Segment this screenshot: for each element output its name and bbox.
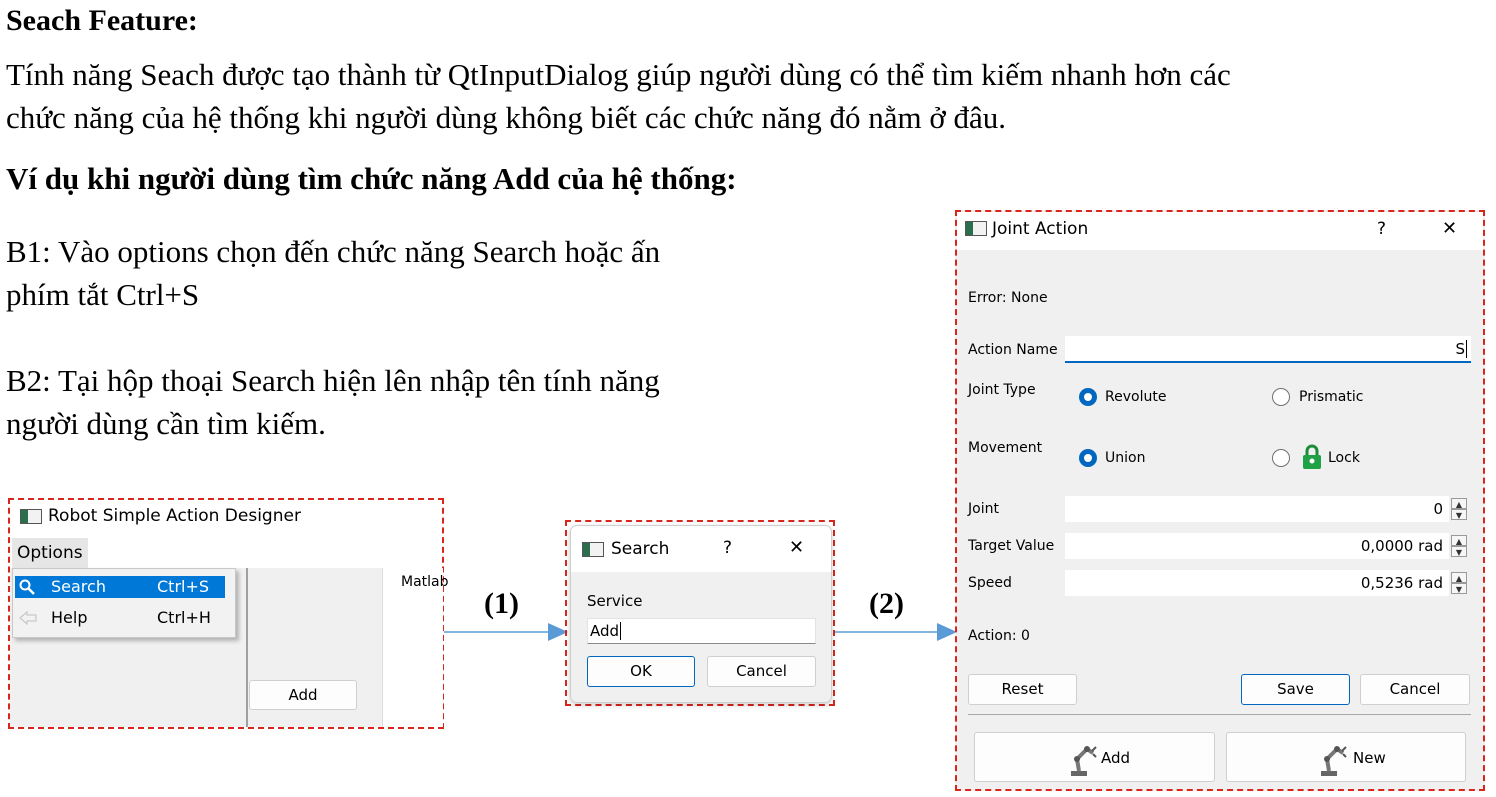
- arrow1-icon: [444, 623, 568, 641]
- step1-paragraph: B1: Vào options chọn đến chức năng Searc…: [6, 230, 806, 316]
- tab-matlab[interactable]: Matlab: [401, 574, 449, 590]
- matlab-panel: Matlab: [382, 568, 449, 727]
- step2-line: người dùng cần tìm kiếm.: [6, 406, 326, 441]
- radio-lock[interactable]: [1272, 449, 1290, 467]
- robot-arm-icon: [1071, 746, 1097, 776]
- ok-button[interactable]: OK: [587, 656, 695, 687]
- intro-line: Tính năng Seach được tạo thành từ QtInpu…: [6, 57, 1231, 92]
- main-window-frame: Robot Simple Action Designer Options Mat…: [8, 498, 449, 729]
- arrow2-icon: [835, 623, 957, 641]
- joint-dialog-title: Joint Action: [992, 219, 1089, 239]
- speed-value: 0,5236 rad: [1360, 574, 1443, 592]
- search-dialog: Search ? ✕ Service Add OK Cancel: [570, 525, 832, 703]
- search-titlebar: Search ? ✕: [571, 526, 831, 572]
- step2-line: B2: Tại hộp thoại Search hiện lên nhập t…: [6, 363, 660, 398]
- joint-value: 0: [1433, 500, 1443, 518]
- target-value-label: Target Value: [968, 538, 1055, 554]
- joint-add-label: Add: [1101, 749, 1131, 767]
- menu-item-label: Search: [51, 577, 106, 596]
- arrow1-label: (1): [484, 587, 519, 620]
- menu-item-label: Help: [51, 608, 88, 627]
- main-window-title: Robot Simple Action Designer: [48, 506, 301, 526]
- cancel-button[interactable]: Cancel: [707, 656, 816, 687]
- save-button[interactable]: Save: [1241, 674, 1350, 705]
- menu-options[interactable]: Options: [12, 538, 88, 568]
- radio-lock-label: Lock: [1328, 450, 1360, 466]
- service-label: Service: [587, 592, 643, 610]
- intro-line: chức năng của hệ thống khi người dùng kh…: [6, 100, 1007, 135]
- search-dialog-frame: Search ? ✕ Service Add OK Cancel: [565, 520, 835, 706]
- joint-dialog-frame: Joint Action ? ✕ Error: None Action Name…: [955, 210, 1485, 791]
- example-heading: Ví dụ khi người dùng tìm chức năng Add c…: [6, 161, 737, 196]
- menu-item-shortcut: Ctrl+H: [157, 608, 211, 627]
- joint-type-label: Joint Type: [968, 382, 1036, 398]
- spin-down-icon[interactable]: ▼: [1451, 546, 1467, 557]
- service-input[interactable]: Add: [587, 618, 816, 644]
- splitter[interactable]: [246, 568, 248, 727]
- menu-item-help[interactable]: Help Ctrl+H: [15, 607, 225, 629]
- app-window-icon: [20, 509, 42, 524]
- text-cursor: [1466, 340, 1467, 358]
- intro-paragraph: Tính năng Seach được tạo thành từ QtInpu…: [6, 53, 1486, 139]
- spin-down-icon[interactable]: ▼: [1451, 509, 1467, 520]
- radio-revolute[interactable]: [1079, 388, 1097, 406]
- options-dropdown: Search Ctrl+S Help Ctrl+H: [12, 568, 236, 638]
- step1-line: B1: Vào options chọn đến chức năng Searc…: [6, 234, 661, 269]
- action-name-value: S: [1455, 340, 1465, 358]
- spin-down-icon[interactable]: ▼: [1451, 583, 1467, 594]
- error-status: Error: None: [968, 290, 1048, 306]
- radio-union-label: Union: [1105, 450, 1146, 466]
- spin-up-icon[interactable]: ▲: [1451, 498, 1467, 509]
- help-button[interactable]: ?: [1377, 219, 1386, 239]
- movement-label: Movement: [968, 440, 1043, 456]
- action-count: Action: 0: [968, 628, 1030, 644]
- menu-bar: Options: [10, 538, 442, 568]
- step2-paragraph: B2: Tại hộp thoại Search hiện lên nhập t…: [6, 359, 806, 445]
- joint-label: Joint: [968, 501, 999, 517]
- divider: [968, 714, 1471, 715]
- help-arrow-icon: [19, 611, 37, 625]
- search-dialog-title: Search: [611, 539, 670, 559]
- joint-titlebar: Joint Action ? ✕: [957, 212, 1483, 250]
- joint-new-label: New: [1353, 749, 1386, 767]
- service-input-value: Add: [590, 622, 620, 640]
- reset-button[interactable]: Reset: [968, 674, 1077, 705]
- help-button[interactable]: ?: [723, 538, 732, 558]
- radio-prismatic[interactable]: [1272, 388, 1290, 406]
- main-add-button[interactable]: Add: [249, 680, 357, 710]
- app-window-icon: [582, 542, 604, 557]
- spin-up-icon[interactable]: ▲: [1451, 572, 1467, 583]
- joint-spinbox[interactable]: 0: [1065, 496, 1449, 522]
- target-spin-arrows[interactable]: ▲ ▼: [1451, 535, 1467, 557]
- search-icon: [19, 579, 35, 595]
- radio-union[interactable]: [1079, 449, 1097, 467]
- step1-line: phím tắt Ctrl+S: [6, 277, 200, 312]
- radio-revolute-label: Revolute: [1105, 389, 1167, 405]
- target-value: 0,0000 rad: [1360, 537, 1443, 555]
- robot-arm-icon: [1321, 746, 1347, 776]
- close-icon[interactable]: ✕: [789, 537, 804, 558]
- joint-spin-arrows[interactable]: ▲ ▼: [1451, 498, 1467, 520]
- padlock-icon: [1303, 444, 1321, 469]
- action-name-input[interactable]: S: [1065, 336, 1471, 363]
- speed-label: Speed: [968, 575, 1012, 591]
- joint-new-button[interactable]: New: [1226, 732, 1466, 782]
- document-heading: Seach Feature:: [6, 4, 198, 37]
- speed-spin-arrows[interactable]: ▲ ▼: [1451, 572, 1467, 594]
- target-value-spinbox[interactable]: 0,0000 rad: [1065, 533, 1449, 559]
- spin-up-icon[interactable]: ▲: [1451, 535, 1467, 546]
- cancel-button[interactable]: Cancel: [1360, 674, 1470, 705]
- close-icon[interactable]: ✕: [1442, 218, 1457, 239]
- menu-item-shortcut: Ctrl+S: [157, 577, 210, 596]
- arrow2-label: (2): [869, 587, 904, 620]
- radio-prismatic-label: Prismatic: [1299, 389, 1364, 405]
- speed-spinbox[interactable]: 0,5236 rad: [1065, 570, 1449, 596]
- text-cursor: [620, 622, 622, 640]
- action-name-label: Action Name: [968, 342, 1058, 358]
- app-window-icon: [965, 221, 987, 236]
- joint-add-button[interactable]: Add: [974, 732, 1215, 782]
- menu-item-search[interactable]: Search Ctrl+S: [15, 576, 225, 598]
